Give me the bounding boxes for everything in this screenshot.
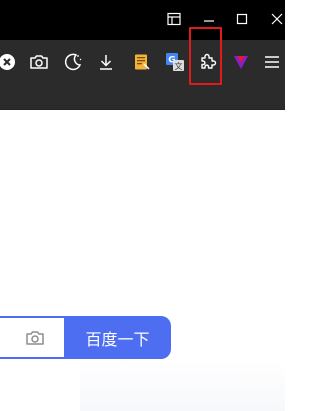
title-bar xyxy=(0,0,285,40)
translate-extension-icon[interactable]: G文 xyxy=(162,49,188,75)
browser-toolbar: G文 xyxy=(0,40,285,110)
sidebar-toggle-icon[interactable] xyxy=(163,8,185,30)
download-icon[interactable] xyxy=(93,49,119,75)
vivaldi-icon[interactable] xyxy=(228,49,254,75)
browser-window: G文 百度一下 xyxy=(0,0,285,411)
camera-icon[interactable] xyxy=(26,49,52,75)
night-mode-icon[interactable] xyxy=(60,49,86,75)
background-fade xyxy=(80,360,285,411)
highlight-annotation xyxy=(189,27,222,85)
search-button[interactable]: 百度一下 xyxy=(64,316,171,359)
close-icon[interactable] xyxy=(266,8,285,30)
svg-text:文: 文 xyxy=(175,61,183,71)
maximize-icon[interactable] xyxy=(231,8,253,30)
close-circle-icon[interactable] xyxy=(0,49,20,75)
notes-extension-icon[interactable] xyxy=(129,49,155,75)
menu-icon[interactable] xyxy=(259,49,285,75)
camera-icon[interactable] xyxy=(24,327,46,349)
